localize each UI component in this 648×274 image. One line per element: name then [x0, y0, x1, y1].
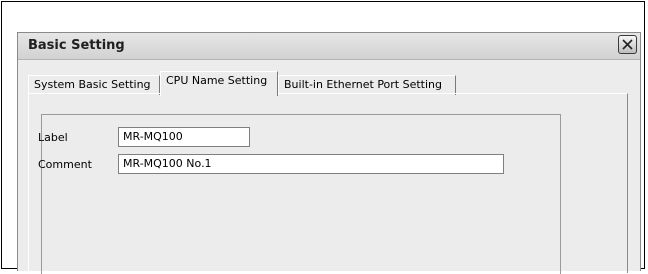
dialog-title: Basic Setting	[28, 38, 125, 53]
label-field[interactable]: MR-MQ100	[118, 127, 250, 147]
tab-built-in-ethernet-port-setting[interactable]: Built-in Ethernet Port Setting	[278, 75, 456, 95]
title-bar: Basic Setting	[18, 33, 640, 60]
basic-setting-dialog: Basic Setting System Basic Setting CPU N…	[17, 32, 641, 274]
tab-system-basic-setting[interactable]: System Basic Setting	[28, 75, 160, 95]
tab-panel	[28, 93, 628, 274]
close-icon	[622, 39, 633, 50]
label-caption: Label	[38, 131, 68, 144]
comment-caption: Comment	[38, 158, 92, 171]
comment-field[interactable]: MR-MQ100 No.1	[118, 154, 504, 174]
tab-cpu-name-setting[interactable]: CPU Name Setting	[160, 71, 278, 96]
tab-strip: System Basic Setting CPU Name Setting Bu…	[28, 71, 548, 96]
close-button[interactable]	[618, 35, 637, 54]
